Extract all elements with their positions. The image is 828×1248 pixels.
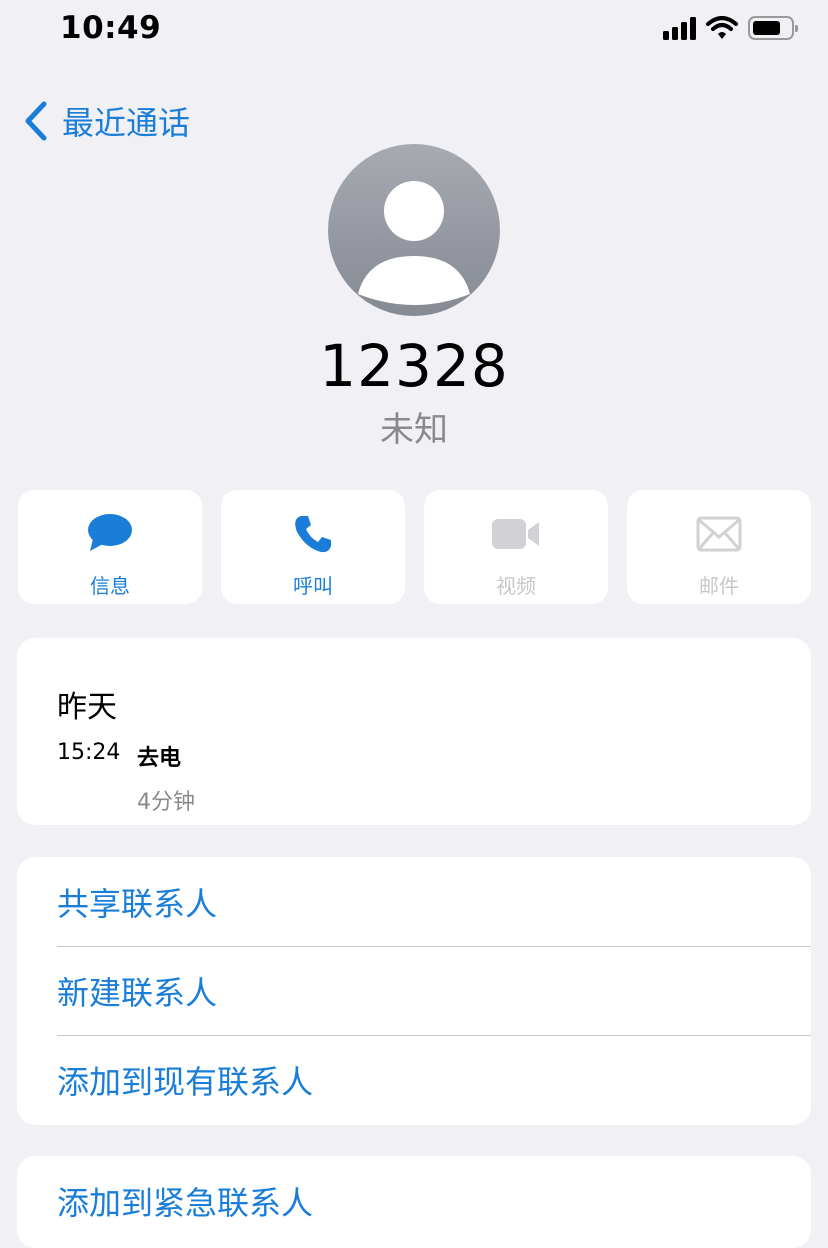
battery-icon (748, 16, 798, 40)
status-time: 10:49 (60, 10, 162, 46)
phone-icon (293, 512, 333, 556)
message-icon (87, 512, 133, 556)
wifi-icon (706, 16, 738, 39)
message-label: 信息 (90, 574, 130, 598)
mail-label: 邮件 (699, 574, 739, 598)
person-icon (358, 181, 470, 305)
status-bar: 10:49 (0, 0, 828, 60)
video-icon (491, 512, 541, 556)
recent-day: 昨天 (57, 690, 117, 725)
back-button[interactable]: 最近通话 (24, 98, 190, 144)
contact-options-card: 共享联系人 新建联系人 添加到现有联系人 (17, 857, 811, 1125)
cellular-signal-icon (663, 16, 696, 40)
call-entry: 15:24 去电 4分钟 (57, 740, 195, 816)
new-contact-button[interactable]: 新建联系人 (57, 946, 811, 1036)
video-label: 视频 (496, 574, 536, 598)
call-time: 15:24 (57, 740, 121, 765)
call-duration: 4分钟 (137, 790, 195, 815)
mail-icon (696, 512, 742, 556)
message-button[interactable]: 信息 (18, 490, 202, 604)
emergency-contact-card: 添加到紧急联系人 (17, 1156, 811, 1248)
mail-button[interactable]: 邮件 (627, 490, 811, 604)
add-to-existing-contact-button[interactable]: 添加到现有联系人 (57, 1035, 811, 1124)
call-label: 呼叫 (293, 574, 333, 598)
contact-label: 未知 (380, 410, 448, 450)
contact-number: 12328 (319, 332, 509, 400)
recent-calls-card: 昨天 15:24 去电 4分钟 (17, 638, 811, 825)
chevron-left-icon (25, 101, 47, 141)
call-details: 去电 4分钟 (137, 740, 195, 816)
video-button[interactable]: 视频 (424, 490, 608, 604)
call-button[interactable]: 呼叫 (221, 490, 405, 604)
action-bar: 信息 呼叫 视频 邮件 (18, 490, 811, 604)
back-label: 最近通话 (62, 104, 191, 142)
avatar (328, 144, 500, 316)
status-icons (663, 16, 798, 40)
add-to-emergency-contact-button[interactable]: 添加到紧急联系人 (57, 1156, 811, 1246)
call-type: 去电 (137, 746, 182, 771)
share-contact-button[interactable]: 共享联系人 (57, 857, 811, 947)
